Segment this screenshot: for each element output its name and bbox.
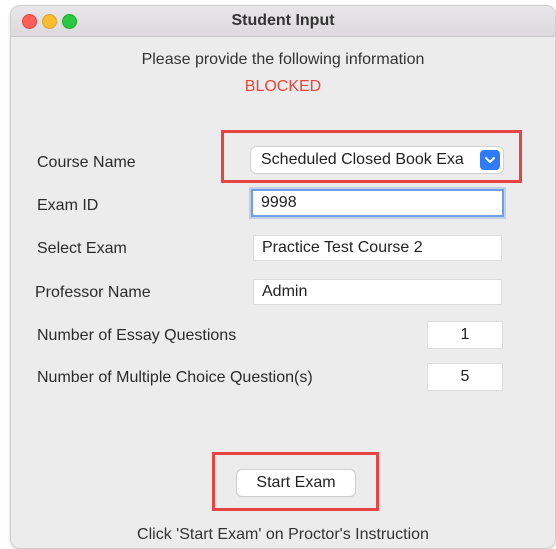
mc-questions-label: Number of Multiple Choice Question(s) — [37, 369, 313, 386]
window-title: Student Input — [231, 12, 335, 29]
info-text: Please provide the following information — [141, 51, 425, 68]
mc-questions-field[interactable]: 5 — [427, 363, 503, 391]
student-input-window: Student Input Please provide the followi… — [10, 5, 556, 549]
course-name-label: Course Name — [37, 154, 136, 171]
instruction-text: Click 'Start Exam' on Proctor's Instruct… — [137, 526, 429, 543]
select-exam-label: Select Exam — [37, 240, 127, 257]
title-bar: Student Input — [11, 6, 555, 37]
chevron-down-icon[interactable] — [480, 150, 500, 170]
exam-id-field[interactable]: 9998 — [251, 189, 504, 217]
professor-name-field[interactable]: Admin — [253, 279, 502, 305]
professor-name-label: Professor Name — [35, 284, 151, 301]
status-text: BLOCKED — [244, 78, 322, 95]
course-name-select[interactable]: Scheduled Closed Book Exa — [251, 147, 503, 173]
essay-questions-label: Number of Essay Questions — [37, 327, 237, 344]
course-name-value: Scheduled Closed Book Exa — [261, 151, 464, 168]
start-exam-button[interactable]: Start Exam — [237, 470, 355, 496]
exam-id-label: Exam ID — [37, 197, 99, 214]
essay-questions-field[interactable]: 1 — [427, 321, 503, 349]
select-exam-field[interactable]: Practice Test Course 2 — [253, 235, 502, 261]
